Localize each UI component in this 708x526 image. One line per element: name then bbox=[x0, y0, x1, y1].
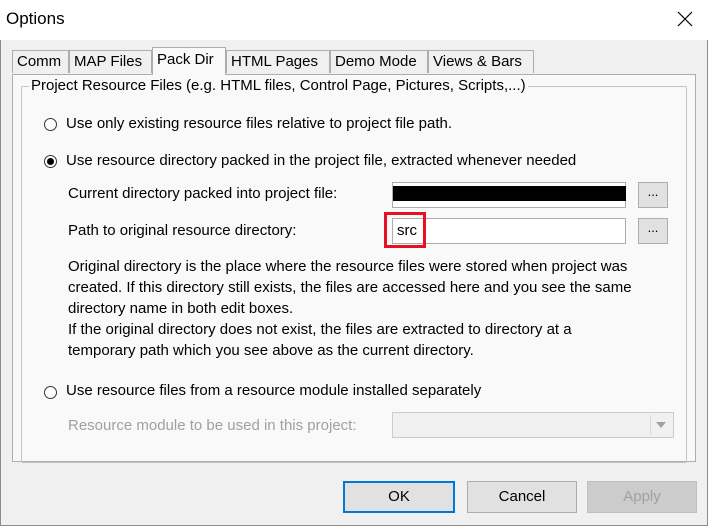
ok-button-label: OK bbox=[388, 488, 410, 505]
description-line: created. If this directory still exists,… bbox=[68, 279, 632, 296]
description-line: temporary path which you see above as th… bbox=[68, 342, 474, 359]
description-line: directory name in both edit boxes. bbox=[68, 300, 294, 317]
module-select[interactable] bbox=[392, 412, 674, 438]
radio-packed-directory[interactable] bbox=[44, 155, 57, 168]
radio-existing-files-label[interactable]: Use only existing resource files relativ… bbox=[66, 115, 452, 132]
close-button[interactable] bbox=[662, 0, 708, 38]
radio-resource-module-label[interactable]: Use resource files from a resource modul… bbox=[66, 382, 481, 399]
description-line: If the original directory does not exist… bbox=[68, 321, 572, 338]
radio-resource-module[interactable] bbox=[44, 386, 57, 399]
chevron-down-icon bbox=[656, 422, 666, 428]
browse-original-path-button[interactable]: ... bbox=[638, 218, 668, 244]
title-bar: Options bbox=[0, 0, 708, 40]
browse-current-dir-button[interactable]: ... bbox=[638, 182, 668, 208]
tab-label: Demo Mode bbox=[335, 53, 417, 70]
radio-selected-dot bbox=[47, 158, 54, 165]
browse-label: ... bbox=[647, 184, 659, 199]
tab-map-files[interactable]: MAP Files bbox=[69, 50, 152, 73]
close-icon bbox=[677, 11, 693, 27]
radio-existing-files[interactable] bbox=[44, 118, 57, 131]
tab-demo-mode[interactable]: Demo Mode bbox=[330, 50, 428, 73]
ok-button[interactable]: OK bbox=[343, 481, 455, 513]
radio-packed-directory-label[interactable]: Use resource directory packed in the pro… bbox=[66, 152, 576, 169]
description-line: Original directory is the place where th… bbox=[68, 258, 628, 275]
groupbox-legend: Project Resource Files (e.g. HTML files,… bbox=[29, 77, 528, 94]
tab-label: Views & Bars bbox=[433, 53, 522, 70]
description-text: Original directory is the place where th… bbox=[68, 256, 688, 361]
current-dir-label: Current directory packed into project fi… bbox=[68, 185, 338, 202]
apply-button[interactable]: Apply bbox=[587, 481, 697, 513]
tab-label: MAP Files bbox=[74, 53, 143, 70]
original-path-field[interactable]: src bbox=[392, 218, 626, 244]
tab-label: Comm bbox=[17, 53, 62, 70]
tab-pack-dir[interactable]: Pack Dir bbox=[152, 47, 226, 75]
tab-label: Pack Dir bbox=[157, 51, 214, 68]
window-title: Options bbox=[6, 9, 65, 28]
tab-html-pages[interactable]: HTML Pages bbox=[226, 50, 330, 73]
redaction-bar bbox=[393, 186, 626, 201]
highlight-box bbox=[384, 212, 426, 248]
tab-comm[interactable]: Comm bbox=[12, 50, 69, 73]
apply-button-label: Apply bbox=[623, 488, 661, 505]
dropdown-arrow[interactable] bbox=[650, 415, 671, 435]
tab-label: HTML Pages bbox=[231, 53, 318, 70]
cancel-button-label: Cancel bbox=[498, 488, 546, 505]
tab-views-bars[interactable]: Views & Bars bbox=[428, 50, 534, 73]
module-label: Resource module to be used in this proje… bbox=[68, 417, 357, 434]
browse-label: ... bbox=[647, 220, 659, 235]
original-path-label: Path to original resource directory: bbox=[68, 222, 297, 239]
cancel-button[interactable]: Cancel bbox=[467, 481, 577, 513]
